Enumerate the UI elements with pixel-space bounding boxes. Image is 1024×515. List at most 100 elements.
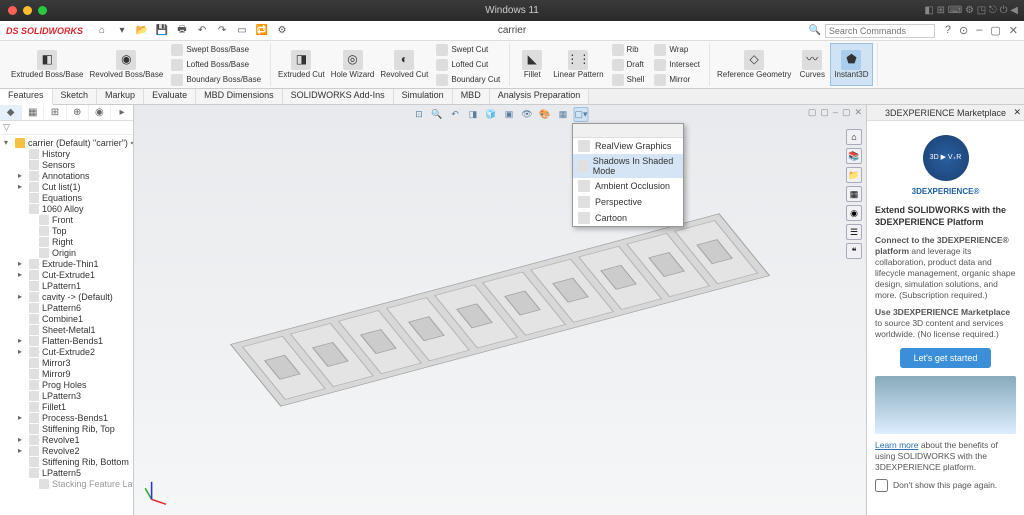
zoom-area-icon[interactable]: 🔍 bbox=[430, 107, 445, 122]
win-close-icon[interactable]: ✕ bbox=[1009, 24, 1018, 37]
view-setting-ambient-occlusion[interactable]: Ambient Occlusion bbox=[573, 178, 683, 194]
tree-item[interactable]: ▸Extrude-Thin1 bbox=[2, 258, 131, 269]
boundary-boss-button[interactable]: Boundary Boss/Base bbox=[168, 73, 264, 87]
win-minimize-icon[interactable]: – bbox=[976, 24, 982, 37]
zoom-fit-icon[interactable]: ⊡ bbox=[412, 107, 427, 122]
taskpane-custom-props-icon[interactable]: ☰ bbox=[846, 224, 862, 240]
hole-wizard-button[interactable]: ◎Hole Wizard bbox=[328, 43, 378, 86]
tree-item[interactable]: ▸Cut-Extrude2 bbox=[2, 346, 131, 357]
mac-minimize[interactable] bbox=[23, 6, 32, 15]
tab-simulation[interactable]: Simulation bbox=[394, 89, 453, 104]
revolved-cut-button[interactable]: ◐Revolved Cut bbox=[377, 43, 431, 86]
display-style-icon[interactable]: ▣ bbox=[502, 107, 517, 122]
tree-root[interactable]: ▾carrier (Default) "carrier") <<Default> bbox=[2, 137, 131, 148]
vp-x-icon[interactable]: ✕ bbox=[854, 107, 862, 118]
apply-scene-icon[interactable]: ▦ bbox=[556, 107, 571, 122]
tree-item[interactable]: History bbox=[2, 148, 131, 159]
tab-sketch[interactable]: Sketch bbox=[53, 89, 98, 104]
help-icon[interactable]: ? bbox=[945, 24, 951, 37]
view-setting-cartoon[interactable]: Cartoon bbox=[573, 210, 683, 226]
notifications-icon[interactable]: ⊙ bbox=[959, 24, 968, 37]
tree-item[interactable]: Stiffening Rib, Top bbox=[2, 423, 131, 434]
model-geometry[interactable] bbox=[230, 213, 770, 406]
tree-item[interactable]: Sensors bbox=[2, 159, 131, 170]
rib-button[interactable]: Rib bbox=[609, 43, 648, 57]
vp-restore-icon[interactable]: ▢ bbox=[842, 107, 851, 118]
tree-item[interactable]: Fillet1 bbox=[2, 401, 131, 412]
taskpane-forum-icon[interactable]: ❝ bbox=[846, 243, 862, 259]
display-tab[interactable]: ◉ bbox=[89, 105, 111, 120]
wrap-button[interactable]: Wrap bbox=[651, 43, 703, 57]
home-icon[interactable]: ⌂ bbox=[95, 24, 109, 38]
mirror-button[interactable]: Mirror bbox=[651, 73, 703, 87]
section-view-icon[interactable]: ◨ bbox=[466, 107, 481, 122]
tab-markup[interactable]: Markup bbox=[97, 89, 144, 104]
taskpane-design-library-icon[interactable]: 📚 bbox=[846, 148, 862, 164]
undo-icon[interactable]: ↶ bbox=[195, 24, 209, 38]
shell-button[interactable]: Shell bbox=[609, 73, 648, 87]
tab-analysis-preparation[interactable]: Analysis Preparation bbox=[490, 89, 590, 104]
open-icon[interactable]: 📂 bbox=[135, 24, 149, 38]
tree-item[interactable]: ▸Revolve2 bbox=[2, 445, 131, 456]
prev-view-icon[interactable]: ↶ bbox=[448, 107, 463, 122]
vp-close-icon[interactable]: ▢ bbox=[808, 107, 817, 118]
tree-filter[interactable]: ▽ bbox=[0, 121, 133, 135]
options-icon[interactable]: ⚙ bbox=[275, 24, 289, 38]
extruded-cut-button[interactable]: ◨Extruded Cut bbox=[275, 43, 328, 86]
view-setting-shadows-in-shaded-mode[interactable]: Shadows In Shaded Mode bbox=[573, 154, 683, 178]
vp-max-icon[interactable]: ▢ bbox=[820, 107, 829, 118]
taskpane-resources-icon[interactable]: ⌂ bbox=[846, 129, 862, 145]
swept-boss-button[interactable]: Swept Boss/Base bbox=[168, 43, 264, 57]
view-orient-icon[interactable]: 🧊 bbox=[484, 107, 499, 122]
tree-item[interactable]: ▸Process-Bends1 bbox=[2, 412, 131, 423]
marketplace-close-icon[interactable]: ✕ bbox=[1013, 107, 1021, 118]
tree-item[interactable]: ▸Flatten-Bends1 bbox=[2, 335, 131, 346]
tree-item[interactable]: Top bbox=[2, 225, 131, 236]
save-icon[interactable]: 💾 bbox=[155, 24, 169, 38]
view-setting-realview-graphics[interactable]: RealView Graphics bbox=[573, 138, 683, 154]
tree-item[interactable]: Prog Holes bbox=[2, 379, 131, 390]
print-icon[interactable]: 🖶 bbox=[175, 24, 189, 38]
tree-item[interactable]: ▸Cut-Extrude1 bbox=[2, 269, 131, 280]
dont-show-again[interactable]: Don't show this page again. bbox=[875, 479, 1016, 492]
tree-item[interactable]: Sheet-Metal1 bbox=[2, 324, 131, 335]
orientation-triad[interactable] bbox=[142, 477, 174, 509]
tab-mbd[interactable]: MBD bbox=[453, 89, 490, 104]
boundary-cut-button[interactable]: Boundary Cut bbox=[433, 73, 503, 87]
instant3d-button[interactable]: ⬟Instant3D bbox=[830, 43, 872, 86]
rebuild-icon[interactable]: 🔁 bbox=[255, 24, 269, 38]
lets-get-started-button[interactable]: Let's get started bbox=[900, 348, 992, 368]
feature-tree-tab[interactable]: ◆ bbox=[0, 105, 22, 120]
property-tab[interactable]: ▦ bbox=[22, 105, 44, 120]
linear-pattern-button[interactable]: ⋮⋮Linear Pattern bbox=[550, 43, 606, 86]
tree-item[interactable]: Origin bbox=[2, 247, 131, 258]
search-commands-input[interactable] bbox=[825, 24, 935, 38]
learn-more-link[interactable]: Learn more bbox=[875, 440, 918, 450]
tab-mbd-dimensions[interactable]: MBD Dimensions bbox=[196, 89, 283, 104]
tree-item[interactable]: Mirror3 bbox=[2, 357, 131, 368]
lofted-boss-button[interactable]: Lofted Boss/Base bbox=[168, 58, 264, 72]
swept-cut-button[interactable]: Swept Cut bbox=[433, 43, 503, 57]
config-tab[interactable]: ⊞ bbox=[44, 105, 66, 120]
taskpane-view-palette-icon[interactable]: ▦ bbox=[846, 186, 862, 202]
fillet-button[interactable]: ◣Fillet bbox=[514, 43, 550, 86]
curves-button[interactable]: 〰Curves bbox=[794, 43, 830, 86]
tree-item[interactable]: LPattern1 bbox=[2, 280, 131, 291]
vp-min2-icon[interactable]: – bbox=[833, 107, 838, 118]
edit-appearance-icon[interactable]: 🎨 bbox=[538, 107, 553, 122]
tree-item[interactable]: Front bbox=[2, 214, 131, 225]
reference-geometry-button[interactable]: ◇Reference Geometry bbox=[714, 43, 794, 86]
dimxpert-tab[interactable]: ⊕ bbox=[67, 105, 89, 120]
win-maximize-icon[interactable]: ▢ bbox=[990, 24, 1000, 37]
tree-item[interactable]: Stacking Feature Layout bbox=[2, 478, 131, 489]
graphics-viewport[interactable]: ⊡ 🔍 ↶ ◨ 🧊 ▣ 👁 🎨 ▦ ▢▾ ▢ ▢ – ▢ ✕ ⌂ 📚 📁 ▦ ◉… bbox=[134, 105, 866, 515]
tree-item[interactable]: LPattern5 bbox=[2, 467, 131, 478]
view-setting-perspective[interactable]: Perspective bbox=[573, 194, 683, 210]
draft-button[interactable]: Draft bbox=[609, 58, 648, 72]
hide-show-icon[interactable]: 👁 bbox=[520, 107, 535, 122]
tab-features[interactable]: Features bbox=[0, 89, 53, 105]
view-settings-icon[interactable]: ▢▾ bbox=[574, 107, 589, 122]
tree-item[interactable]: Combine1 bbox=[2, 313, 131, 324]
tree-item[interactable]: Stiffening Rib, Bottom bbox=[2, 456, 131, 467]
tree-item[interactable]: LPattern6 bbox=[2, 302, 131, 313]
